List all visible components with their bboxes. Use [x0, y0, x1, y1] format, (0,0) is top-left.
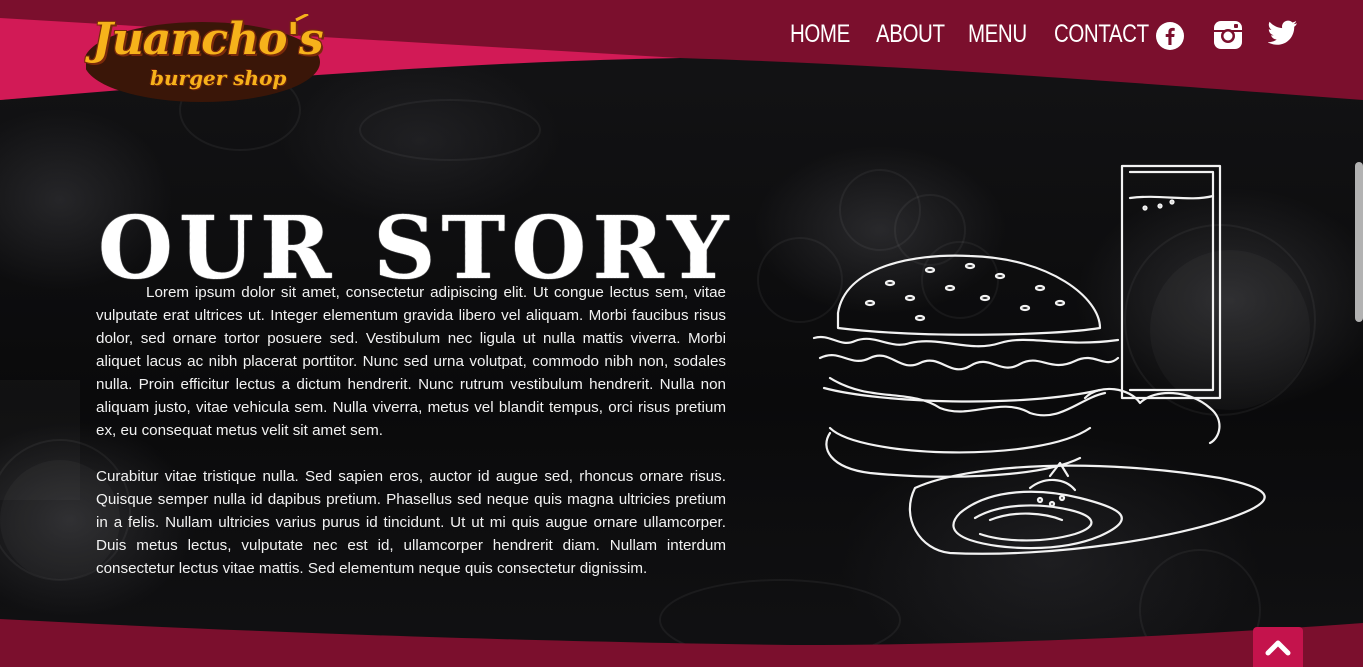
nav-contact[interactable]: CONTACT: [1054, 20, 1149, 49]
twitter-icon[interactable]: [1268, 20, 1298, 46]
facebook-icon[interactable]: [1156, 22, 1184, 50]
brand-tagline: burger shop: [150, 66, 287, 90]
brand-name: Juancho's: [92, 14, 324, 65]
chevron-up-icon: [1265, 640, 1291, 656]
nav-menu[interactable]: MENU: [968, 20, 1027, 49]
scrollbar-thumb[interactable]: [1355, 162, 1363, 322]
brand-logo[interactable]: Juancho's burger shop: [86, 14, 332, 102]
nav-about[interactable]: ABOUT: [876, 20, 945, 49]
story-paragraph: Curabitur vitae tristique nulla. Sed sap…: [96, 468, 726, 577]
story-body: Lorem ipsum dolor sit amet, consectetur …: [96, 281, 726, 603]
footer-band: [0, 619, 1363, 667]
instagram-icon[interactable]: [1213, 20, 1243, 50]
back-to-top-button[interactable]: [1253, 627, 1303, 667]
story-paragraph: Lorem ipsum dolor sit amet, consectetur …: [96, 284, 726, 439]
food-illustration: [812, 164, 1266, 555]
nav-home[interactable]: HOME: [790, 20, 850, 49]
